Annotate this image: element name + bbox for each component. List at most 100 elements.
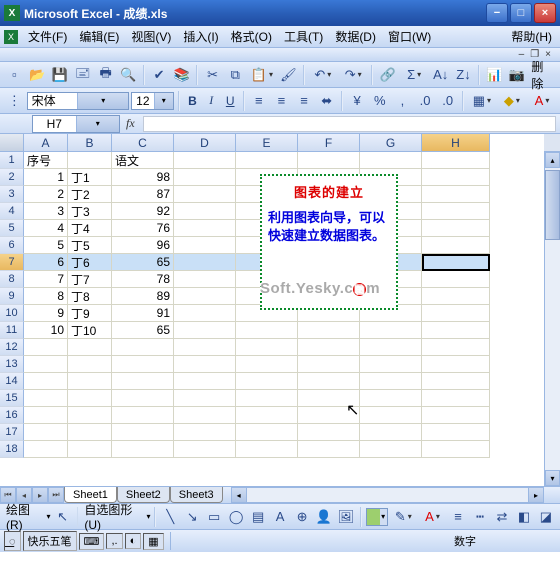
sort-desc-icon[interactable]: Z↓ <box>453 65 474 85</box>
cell[interactable]: 语文 <box>112 152 174 169</box>
row-header[interactable]: 13 <box>0 356 24 373</box>
autosum-icon[interactable]: Σ <box>400 65 428 85</box>
chart-wizard-icon[interactable]: 📊 <box>484 65 505 85</box>
cell[interactable] <box>422 407 490 424</box>
wordart-icon[interactable]: A <box>270 507 290 527</box>
cell[interactable] <box>422 237 490 254</box>
cell[interactable] <box>422 152 490 169</box>
merge-center-icon[interactable]: ⬌ <box>316 91 337 111</box>
percent-icon[interactable]: % <box>369 91 390 111</box>
cell[interactable] <box>422 288 490 305</box>
cell[interactable] <box>360 441 422 458</box>
scroll-down-icon[interactable]: ▾ <box>545 470 560 486</box>
cell[interactable] <box>24 407 68 424</box>
cell[interactable] <box>360 407 422 424</box>
cell[interactable] <box>236 441 298 458</box>
menu-tools[interactable]: 工具(T) <box>278 26 329 47</box>
shadow-icon[interactable]: ◧ <box>514 507 534 527</box>
italic-button[interactable]: I <box>203 91 220 111</box>
cut-icon[interactable]: ✂ <box>202 65 223 85</box>
fx-icon[interactable]: fx <box>120 116 141 131</box>
cell[interactable]: 96 <box>112 237 174 254</box>
cell[interactable]: 序号 <box>24 152 68 169</box>
open-icon[interactable]: 📂 <box>27 65 48 85</box>
row-header[interactable]: 5 <box>0 220 24 237</box>
row-header[interactable]: 18 <box>0 441 24 458</box>
tab-sheet3[interactable]: Sheet3 <box>170 487 223 503</box>
close-button[interactable]: × <box>534 3 556 23</box>
cell[interactable] <box>174 373 236 390</box>
cell[interactable]: 78 <box>112 271 174 288</box>
cell[interactable] <box>68 407 112 424</box>
col-header-g[interactable]: G <box>360 134 422 152</box>
cell[interactable] <box>112 441 174 458</box>
scroll-up-icon[interactable]: ▴ <box>545 152 560 168</box>
font-color-draw-icon[interactable]: A <box>419 507 446 527</box>
cell[interactable] <box>174 390 236 407</box>
picture-icon[interactable]: 🖼 <box>336 507 356 527</box>
cell[interactable]: 丁9 <box>68 305 112 322</box>
ime-width-icon[interactable]: ◐ <box>125 533 142 549</box>
menu-file[interactable]: 文件(F) <box>22 26 73 47</box>
cell[interactable]: 丁8 <box>68 288 112 305</box>
cell[interactable] <box>112 339 174 356</box>
draw-menu[interactable]: 绘图(R) <box>4 501 45 532</box>
menu-view[interactable]: 视图(V) <box>125 26 177 47</box>
cell[interactable] <box>298 152 360 169</box>
cell[interactable] <box>174 169 236 186</box>
cell[interactable] <box>174 203 236 220</box>
cell[interactable]: 丁2 <box>68 186 112 203</box>
ime-punct-icon[interactable]: ,. <box>106 533 122 549</box>
cell[interactable] <box>68 152 112 169</box>
col-header-h[interactable]: H <box>422 134 490 152</box>
format-painter-icon[interactable]: 🖌 <box>278 65 299 85</box>
cell[interactable] <box>112 424 174 441</box>
cell[interactable]: 87 <box>112 186 174 203</box>
cell[interactable] <box>174 254 236 271</box>
cell[interactable] <box>360 152 422 169</box>
cell[interactable] <box>174 339 236 356</box>
horizontal-scrollbar[interactable]: ◂ ▸ <box>231 487 544 503</box>
menu-edit[interactable]: 编辑(E) <box>73 26 125 47</box>
row-header[interactable]: 9 <box>0 288 24 305</box>
cells-area[interactable]: 序号语文1丁1982丁2873丁3924丁4765丁5966丁6657丁7788… <box>24 152 544 486</box>
cell[interactable] <box>174 237 236 254</box>
cell[interactable] <box>298 441 360 458</box>
menu-help[interactable]: 帮助(H) <box>511 28 554 45</box>
cell[interactable]: 丁1 <box>68 169 112 186</box>
vertical-scrollbar[interactable]: ▴ ▾ <box>544 152 560 486</box>
col-header-e[interactable]: E <box>236 134 298 152</box>
rectangle-icon[interactable]: ▭ <box>204 507 224 527</box>
cell[interactable]: 8 <box>24 288 68 305</box>
cell[interactable] <box>174 441 236 458</box>
cell[interactable] <box>68 441 112 458</box>
cell[interactable] <box>112 407 174 424</box>
cell[interactable] <box>24 441 68 458</box>
currency-icon[interactable]: ¥ <box>347 91 368 111</box>
cell[interactable] <box>68 373 112 390</box>
cell[interactable]: 65 <box>112 254 174 271</box>
align-left-icon[interactable]: ≡ <box>249 91 270 111</box>
chevron-down-icon[interactable]: ▾ <box>154 93 174 109</box>
cell[interactable]: 65 <box>112 322 174 339</box>
cell[interactable] <box>298 373 360 390</box>
cell[interactable]: 丁10 <box>68 322 112 339</box>
cell[interactable] <box>24 424 68 441</box>
cell[interactable] <box>298 339 360 356</box>
menu-window[interactable]: 窗口(W) <box>382 26 437 47</box>
size-combo[interactable]: 12▾ <box>131 92 174 110</box>
arrow-icon[interactable]: ↘ <box>182 507 202 527</box>
cell[interactable] <box>360 356 422 373</box>
cell[interactable] <box>422 186 490 203</box>
cell[interactable] <box>174 407 236 424</box>
cell[interactable] <box>174 220 236 237</box>
cell[interactable] <box>68 424 112 441</box>
cell[interactable] <box>68 356 112 373</box>
cell[interactable] <box>236 322 298 339</box>
cell[interactable] <box>236 407 298 424</box>
cell[interactable] <box>422 339 490 356</box>
cell[interactable] <box>174 271 236 288</box>
preview-icon[interactable]: 🔍 <box>118 65 139 85</box>
cell[interactable] <box>174 305 236 322</box>
scroll-left-icon[interactable]: ◂ <box>231 487 247 503</box>
